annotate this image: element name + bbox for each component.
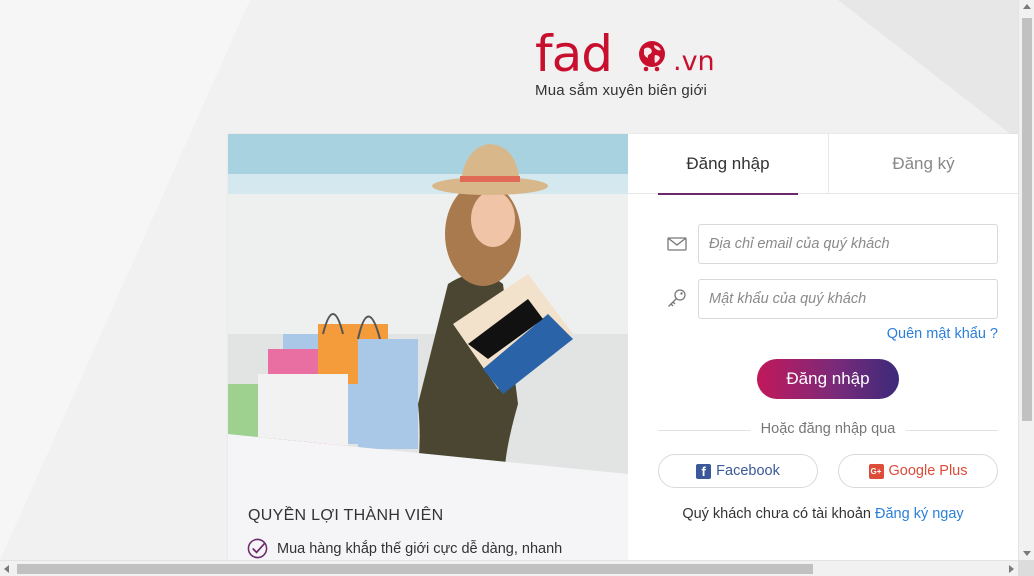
facebook-label: Facebook — [716, 463, 780, 479]
scroll-up-arrow-icon[interactable] — [1023, 4, 1031, 9]
benefit-item: Mua hàng khắp thế giới cực dễ dàng, nhan… — [247, 538, 562, 559]
auth-tabs: Đăng nhập Đăng ký — [628, 134, 1018, 195]
password-row — [666, 279, 998, 319]
tab-register[interactable]: Đăng ký — [828, 134, 1018, 194]
google-plus-icon: G+ — [868, 463, 884, 479]
social-divider: Hoặc đăng nhập qua — [658, 421, 998, 441]
fado-logo[interactable]: fad .vn Mua sắm xuyên biên giới — [535, 28, 735, 103]
logo-domain: .vn — [673, 46, 715, 77]
login-panel: Đăng nhập Đăng ký Quên mật khẩu ? Đăng n… — [628, 134, 1018, 560]
vertical-scroll-thumb[interactable] — [1022, 18, 1032, 421]
background-shape — [0, 0, 250, 560]
google-plus-login-button[interactable]: G+ Google Plus — [838, 454, 998, 488]
horizontal-scroll-thumb[interactable] — [17, 564, 813, 574]
forgot-password-link[interactable]: Quên mật khẩu ? — [887, 326, 998, 342]
scrollbar-corner — [1018, 560, 1034, 576]
signup-prompt-text: Quý khách chưa có tài khoản — [682, 506, 871, 522]
logo-wordmark: fad — [535, 25, 613, 83]
facebook-icon: f — [696, 463, 712, 479]
envelope-icon — [667, 237, 687, 251]
password-field[interactable] — [698, 279, 998, 319]
benefits-panel: QUYỀN LỢI THÀNH VIÊN Mua hàng khắp thế g… — [228, 134, 628, 560]
vertical-scrollbar[interactable] — [1018, 0, 1034, 560]
login-card: QUYỀN LỢI THÀNH VIÊN Mua hàng khắp thế g… — [228, 134, 1018, 560]
email-row — [666, 224, 998, 264]
signup-link[interactable]: Đăng ký ngay — [875, 506, 964, 522]
divider-text: Hoặc đăng nhập qua — [750, 421, 906, 437]
check-circle-icon — [247, 538, 268, 559]
login-button[interactable]: Đăng nhập — [757, 359, 899, 399]
tab-login[interactable]: Đăng nhập — [628, 134, 828, 195]
google-plus-label: Google Plus — [888, 463, 968, 479]
benefit-text: Mua hàng khắp thế giới cực dễ dàng, nhan… — [277, 540, 563, 557]
scroll-left-arrow-icon[interactable] — [4, 565, 9, 573]
shopping-woman-photo — [228, 134, 628, 474]
horizontal-scrollbar[interactable] — [0, 560, 1018, 576]
key-icon — [668, 289, 686, 307]
signup-prompt: Quý khách chưa có tài khoản Đăng ký ngay — [628, 506, 1018, 522]
background-shape — [838, 0, 1018, 140]
logo-tagline: Mua sắm xuyên biên giới — [535, 82, 708, 99]
scroll-down-arrow-icon[interactable] — [1023, 551, 1031, 556]
globe-cart-icon — [639, 41, 665, 72]
facebook-login-button[interactable]: f Facebook — [658, 454, 818, 488]
benefits-title: QUYỀN LỢI THÀNH VIÊN — [248, 507, 444, 524]
scroll-right-arrow-icon[interactable] — [1009, 565, 1014, 573]
email-field[interactable] — [698, 224, 998, 264]
